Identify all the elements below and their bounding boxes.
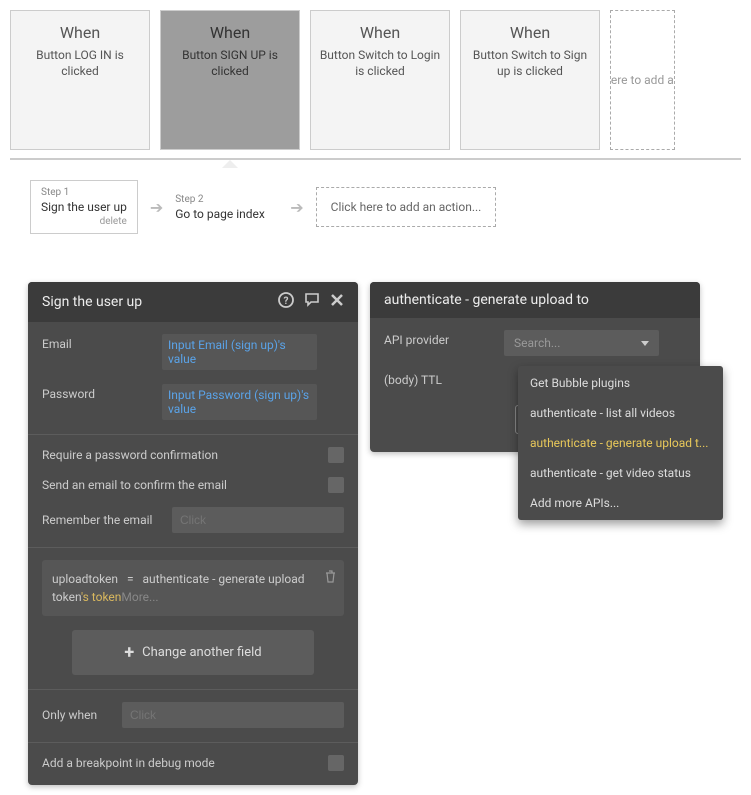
breakpoint-checkbox[interactable] [328, 755, 344, 771]
breakpoint-label: Add a breakpoint in debug mode [42, 756, 215, 770]
dropdown-item-get-plugins[interactable]: Get Bubble plugins [518, 368, 723, 398]
panel2-wrapper: authenticate - generate upload to API pr… [370, 282, 700, 452]
require-confirm-label: Require a password confirmation [42, 448, 218, 462]
event-desc: Button Switch to Login is clicked [319, 48, 441, 79]
add-action-button[interactable]: Click here to add an action... [316, 187, 497, 227]
toggle-require-confirm: Require a password confirmation [42, 447, 344, 463]
divider [28, 434, 358, 435]
form-row-password: Password Input Password (sign up)'s valu… [42, 384, 344, 420]
step-title: Sign the user up [41, 200, 127, 214]
event-card-switch-login[interactable]: When Button Switch to Login is clicked [310, 10, 450, 150]
form-row-email: Email Input Email (sign up)'s value [42, 334, 344, 370]
help-icon[interactable]: ? [278, 292, 294, 312]
panel-title: Sign the user up [42, 294, 142, 310]
event-card-add[interactable]: Click here to add an event... [610, 10, 675, 150]
step-box-2[interactable]: Step 2 Go to page index [175, 188, 278, 227]
body-ttl-label: (body) TTL [384, 370, 504, 387]
api-provider-select[interactable]: Search... [504, 330, 659, 356]
svg-text:?: ? [284, 296, 289, 307]
panel-icons-group: ? [278, 292, 344, 312]
toggle-send-email: Send an email to confirm the email [42, 477, 344, 493]
event-desc: Button LOG IN is clicked [19, 48, 141, 79]
steps-container: Step 1 Sign the user up delete ➔ Step 2 … [10, 158, 741, 254]
add-action-text: Click here to add an action... [331, 200, 482, 214]
email-label: Email [42, 334, 162, 351]
chevron-down-icon [641, 341, 649, 346]
step-title: Go to page index [175, 207, 268, 221]
expression-box[interactable]: uploadtoken = authenticate - generate up… [42, 560, 344, 616]
panel-header: authenticate - generate upload to [370, 282, 700, 318]
step-box-1[interactable]: Step 1 Sign the user up delete [30, 180, 138, 234]
divider [28, 689, 358, 690]
input-row-remember: Remember the email [42, 507, 344, 533]
dropdown-item-video-status[interactable]: authenticate - get video status [518, 458, 723, 488]
divider [28, 742, 358, 743]
step-delete-link[interactable]: delete [41, 216, 127, 227]
change-field-label: Change another field [142, 645, 261, 660]
only-when-input[interactable] [122, 702, 344, 728]
add-event-text: Click here to add an event... [610, 72, 675, 89]
send-email-checkbox[interactable] [328, 477, 344, 493]
search-placeholder: Search... [514, 336, 560, 350]
change-field-button[interactable]: + Change another field [72, 630, 314, 675]
form-row-api-provider: API provider Search... [384, 330, 686, 356]
panel-sign-user-up: Sign the user up ? Email Input Email (si… [28, 282, 358, 785]
input-row-only-when: Only when [42, 702, 344, 728]
panels-container: Sign the user up ? Email Input Email (si… [0, 254, 751, 795]
api-provider-dropdown: Get Bubble plugins authenticate - list a… [518, 366, 723, 520]
plus-icon: + [124, 642, 134, 663]
dropdown-item-generate-upload[interactable]: authenticate - generate upload t... [518, 428, 723, 458]
event-card-switch-signup[interactable]: When Button Switch to Sign up is clicked [460, 10, 600, 150]
remember-label: Remember the email [42, 513, 162, 527]
trash-icon[interactable] [325, 570, 336, 588]
close-icon[interactable] [330, 293, 344, 311]
divider [28, 547, 358, 548]
event-when: When [60, 23, 100, 42]
remember-input[interactable] [172, 507, 344, 533]
password-label: Password [42, 384, 162, 401]
event-card-signup[interactable]: When Button SIGN UP is clicked [160, 10, 300, 150]
workflow-events-row: When Button LOG IN is clicked When Butto… [0, 0, 751, 150]
comment-icon[interactable] [304, 292, 320, 312]
event-when: When [210, 23, 250, 42]
only-when-label: Only when [42, 708, 112, 722]
step-arrow-icon: ➔ [150, 198, 163, 217]
event-desc: Button SIGN UP is clicked [169, 48, 291, 79]
toggle-breakpoint: Add a breakpoint in debug mode [42, 755, 344, 771]
panel-body: Email Input Email (sign up)'s value Pass… [28, 322, 358, 785]
email-value-field[interactable]: Input Email (sign up)'s value [162, 334, 317, 370]
panel-header: Sign the user up ? [28, 282, 358, 322]
api-provider-label: API provider [384, 330, 504, 347]
event-when: When [360, 23, 400, 42]
panel-title: authenticate - generate upload to [384, 292, 589, 308]
event-card-login[interactable]: When Button LOG IN is clicked [10, 10, 150, 150]
expr-token: 's token [81, 590, 121, 604]
require-confirm-checkbox[interactable] [328, 447, 344, 463]
step-label: Step 2 [175, 194, 268, 205]
step-arrow-icon: ➔ [290, 198, 303, 217]
expr-var: uploadtoken [52, 572, 118, 586]
expr-eq: = [127, 572, 134, 586]
event-when: When [510, 23, 550, 42]
event-desc: Button Switch to Sign up is clicked [469, 48, 591, 79]
dropdown-item-add-apis[interactable]: Add more APIs... [518, 488, 723, 518]
dropdown-item-list-videos[interactable]: authenticate - list all videos [518, 398, 723, 428]
selected-arrow-icon [222, 160, 238, 168]
send-email-label: Send an email to confirm the email [42, 478, 227, 492]
password-value-field[interactable]: Input Password (sign up)'s value [162, 384, 317, 420]
expr-more[interactable]: More... [121, 590, 158, 604]
step-label: Step 1 [41, 187, 127, 198]
